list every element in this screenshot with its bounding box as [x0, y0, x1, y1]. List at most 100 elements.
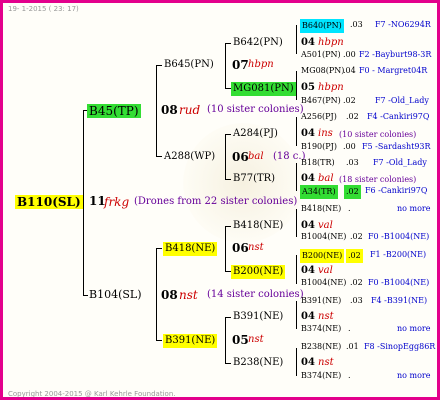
root-queen-id[interactable]: B110(SL): [15, 195, 83, 209]
line: [296, 25, 297, 54]
g4-5-id[interactable]: B190(PJ): [301, 141, 337, 153]
g4-1-year: .00: [343, 50, 356, 59]
g4-4-year: .02: [346, 112, 359, 121]
g4-12-info: F4 -B391(NE): [371, 296, 428, 305]
g3-d1-race: nst: [318, 311, 334, 322]
line: [83, 110, 84, 296]
g2-a-year: 07: [232, 58, 249, 72]
g4-15-year: .: [348, 371, 351, 380]
g4-4-info: F4 -Cankiri97Q: [367, 112, 430, 121]
g2-b-race: bal: [248, 151, 264, 162]
g4-10-info: F1 -B200(NE): [370, 250, 427, 259]
g4-0-info: F7 -NO6294R: [375, 20, 431, 29]
g4-10-id[interactable]: B200(NE): [300, 249, 345, 263]
g4-0-id[interactable]: B640(PN): [300, 19, 344, 33]
g4-10-year: .02: [346, 249, 363, 263]
g3-a1-id[interactable]: B642(PN): [233, 37, 283, 49]
g3-b1-year: 04: [301, 128, 315, 139]
g4-9-id[interactable]: B1004(NE): [301, 231, 346, 243]
g2-c-year: 06: [232, 241, 249, 255]
g4-11-year: .02: [350, 278, 363, 287]
g3-b1-id[interactable]: A284(PJ): [233, 128, 278, 140]
g4-15-id[interactable]: B374(NE): [301, 370, 341, 382]
g3-b1-race: ins: [318, 128, 333, 139]
line: [156, 248, 162, 249]
g4-2-info: F0 - Margret04R: [359, 66, 428, 75]
g2-d-race: nst: [248, 334, 264, 345]
g4-11-id[interactable]: B1004(NE): [301, 277, 346, 289]
g4-13-id[interactable]: B374(NE): [301, 323, 341, 335]
line: [296, 163, 297, 191]
g3-b1-note: (10 sister colonies): [339, 130, 417, 139]
footer-copyright: Copyright 2004-2015 @ Karl Kehrle Founda…: [8, 390, 176, 398]
g4-9-year: .02: [350, 232, 363, 241]
g4-4-id[interactable]: A256(PJ): [301, 111, 337, 123]
g4-3-year: .02: [343, 96, 356, 105]
line: [156, 156, 162, 157]
g3-b2-id[interactable]: B77(TR): [233, 173, 275, 185]
header-date: 19- 1-2015 ( 23: 17): [8, 5, 79, 13]
g4-8-id[interactable]: B418(NE): [301, 203, 341, 215]
g4-6-id[interactable]: B18(TR): [301, 157, 335, 169]
g4-12-id[interactable]: B391(NE): [301, 295, 341, 307]
g4-2-id[interactable]: MG08(PN): [301, 65, 344, 77]
g4-11-info: F0 -B1004(NE): [368, 278, 430, 287]
g4-8-info: no more: [397, 204, 431, 213]
g3-c1-id[interactable]: B418(NE): [233, 220, 283, 232]
g4-12-year: .03: [350, 296, 363, 305]
line: [83, 295, 88, 296]
g4-3-id[interactable]: B467(PN): [301, 95, 341, 107]
line: [156, 340, 162, 341]
g3-a2-year: 05: [301, 82, 315, 93]
g4-7-year: .02: [344, 185, 361, 199]
g4-15-info: no more: [397, 371, 431, 380]
g2-c-race: nst: [248, 242, 264, 253]
g1-bottom-year: 08: [161, 288, 178, 302]
line: [296, 348, 297, 376]
line: [156, 65, 162, 66]
g4-13-year: .: [348, 324, 351, 333]
g3-a1-year: 04: [301, 37, 315, 48]
g4-7-id[interactable]: A34(TR): [300, 185, 338, 199]
line: [156, 248, 157, 341]
line: [225, 317, 231, 318]
pedigree-frame: 19- 1-2015 ( 23: 17) B110(SL) 11 frkg (D…: [0, 0, 440, 400]
line: [225, 43, 231, 44]
g2-c-id[interactable]: B418(NE): [163, 242, 218, 256]
g3-a2-id[interactable]: MG081(PN): [231, 82, 296, 96]
g4-9-info: F0 -B1004(NE): [368, 232, 430, 241]
root-queen-race: frkg: [104, 195, 130, 209]
line: [296, 301, 297, 329]
line: [296, 71, 297, 100]
g3-d2-race: nst: [318, 357, 334, 368]
g2-b-year: 06: [232, 150, 249, 164]
g1-bottom-id[interactable]: B104(SL): [89, 289, 142, 301]
g4-14-id[interactable]: B238(NE): [301, 341, 341, 353]
line: [225, 226, 231, 227]
g4-7-info: F6 -Cankiri97Q: [365, 186, 428, 195]
g4-6-info: F7 -Old_Lady: [373, 158, 427, 167]
g2-a-race: hbpn: [248, 59, 274, 70]
g3-b2-year: 04: [301, 173, 315, 184]
line: [225, 317, 226, 364]
g1-top-note: (10 sister colonies): [207, 104, 304, 115]
g2-d-year: 05: [232, 333, 249, 347]
g3-a1-race: hbpn: [318, 37, 344, 48]
line: [225, 134, 231, 135]
g2-d-id[interactable]: B391(NE): [163, 334, 218, 348]
g3-c2-id[interactable]: B200(NE): [231, 265, 286, 279]
g4-1-id[interactable]: A501(PN): [301, 49, 341, 61]
g3-a2-race: hbpn: [318, 82, 344, 93]
g3-c2-year: 04: [301, 265, 315, 276]
g3-d1-year: 04: [301, 311, 315, 322]
g1-top-race: rud: [179, 103, 201, 117]
g3-d1-id[interactable]: B391(NE): [233, 311, 283, 323]
line: [296, 209, 297, 237]
g4-2-year: .04: [343, 66, 356, 75]
line: [156, 65, 157, 157]
g1-top-id[interactable]: B45(TP): [87, 104, 141, 118]
line: [225, 226, 226, 272]
g2-b-id[interactable]: A288(WP): [164, 151, 215, 163]
g2-a-id[interactable]: B645(PN): [164, 59, 214, 71]
g3-d2-id[interactable]: B238(NE): [233, 357, 283, 369]
